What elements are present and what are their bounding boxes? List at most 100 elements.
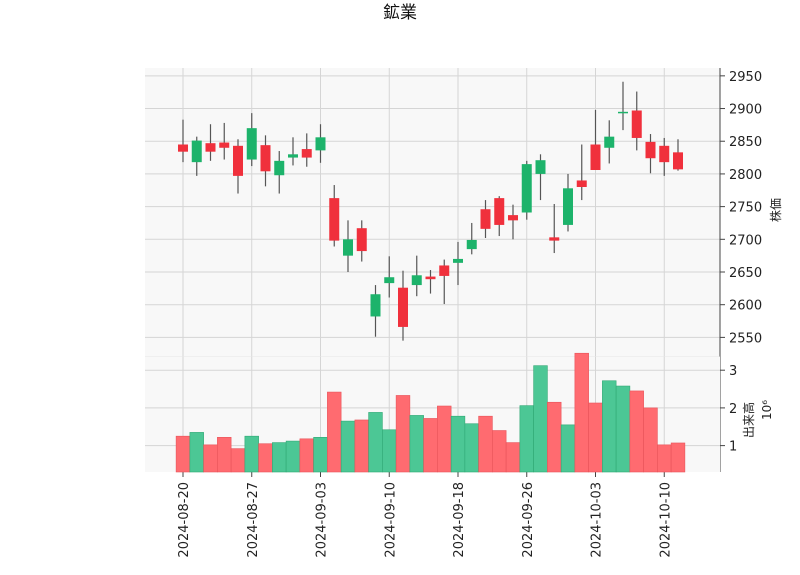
volume-bar xyxy=(217,437,232,473)
candle-body xyxy=(631,110,642,138)
volume-bar xyxy=(340,420,356,473)
candle-body xyxy=(549,237,560,241)
candle-body xyxy=(535,160,546,174)
chart-title: 鉱業 xyxy=(383,3,417,23)
price-axis-label: 株価 xyxy=(768,198,783,222)
x-tick-label: 2024-09-10 xyxy=(383,482,398,558)
volume-bar xyxy=(230,448,246,473)
volume-bar xyxy=(602,380,617,473)
candlestick-chart: 鉱業 255026002650270027502800285029002950 … xyxy=(145,3,783,558)
volume-bar xyxy=(327,391,342,473)
candle-body xyxy=(191,140,202,163)
candle-body xyxy=(178,144,188,152)
candle-body xyxy=(288,154,298,158)
volume-panel: 1 2 3 2024-08-20 2024-08-27 2024-09-03 2024-09… xyxy=(145,352,737,558)
volume-bar xyxy=(670,442,686,473)
volume-bar xyxy=(560,424,576,473)
candle-body xyxy=(315,137,326,151)
candle-body xyxy=(356,228,367,252)
volume-bar xyxy=(657,444,672,473)
candle-body xyxy=(673,152,683,170)
volume-bar xyxy=(423,418,438,473)
price-tick-label: 2600 xyxy=(729,299,762,314)
price-tick-label: 2750 xyxy=(729,201,762,216)
volume-bar xyxy=(615,385,631,473)
volume-bar xyxy=(395,395,411,473)
volume-bar xyxy=(478,415,493,473)
candle-body xyxy=(453,258,463,263)
price-tick-label: 2950 xyxy=(729,70,762,85)
candle-body xyxy=(645,141,656,159)
price-tick-label: 2850 xyxy=(729,135,762,150)
volume-bar xyxy=(547,401,562,473)
price-tick-label: 2650 xyxy=(729,266,762,281)
volume-bar xyxy=(492,430,507,473)
candle-body xyxy=(329,198,340,241)
candle-body xyxy=(411,275,422,286)
candle-body xyxy=(219,142,230,148)
volume-bar xyxy=(285,440,301,473)
candle-body xyxy=(576,180,587,187)
candle-body xyxy=(604,136,615,148)
x-tick-label: 2024-09-03 xyxy=(315,482,330,558)
volume-bar xyxy=(574,352,589,473)
candle-body xyxy=(425,276,436,280)
volume-bar xyxy=(299,438,314,473)
volume-bar xyxy=(244,435,259,473)
x-tick-label: 2024-08-27 xyxy=(246,482,261,558)
candle-body xyxy=(398,287,408,327)
candle-body xyxy=(384,277,395,284)
volume-bar xyxy=(203,444,218,473)
price-tick-label: 2700 xyxy=(729,233,762,248)
candle-body xyxy=(246,128,257,160)
x-tick-label: 2024-08-20 xyxy=(177,482,192,558)
volume-tick-label: 2 xyxy=(729,402,737,417)
candle-body xyxy=(466,239,477,250)
volume-bar xyxy=(313,437,328,473)
candle-body xyxy=(494,198,505,225)
x-tick-label: 2024-09-26 xyxy=(521,482,536,558)
price-tick-label: 2550 xyxy=(729,331,762,346)
volume-bar xyxy=(409,415,424,473)
candle-body xyxy=(343,239,353,256)
volume-bar xyxy=(588,402,603,473)
volume-bar xyxy=(354,419,369,473)
volume-bar xyxy=(437,405,452,473)
candle-body xyxy=(508,215,518,221)
candle-body xyxy=(205,143,216,152)
volume-bar xyxy=(533,365,548,473)
candle-body xyxy=(521,164,532,213)
volume-bar xyxy=(368,412,383,473)
volume-axis-label: 出来高 xyxy=(741,402,756,438)
volume-bar xyxy=(272,442,287,473)
volume-bar xyxy=(450,415,466,473)
volume-bar xyxy=(519,405,534,473)
candle-body xyxy=(233,145,243,176)
volume-bar xyxy=(189,432,204,473)
volume-tick-label: 3 xyxy=(729,364,737,379)
candle-body xyxy=(659,145,670,163)
x-tick-label: 2024-10-10 xyxy=(658,482,673,558)
candle-body xyxy=(260,145,271,172)
volume-bar xyxy=(258,443,273,473)
price-tick-label: 2900 xyxy=(729,103,762,118)
candle-body xyxy=(590,144,601,170)
volume-bar xyxy=(629,390,644,473)
volume-tick-label: 1 xyxy=(729,440,737,455)
candle-body xyxy=(618,111,628,114)
candle-body xyxy=(439,265,450,276)
volume-bar xyxy=(643,407,658,473)
volume-bar xyxy=(175,435,191,473)
candle-body xyxy=(480,209,491,229)
volume-bar xyxy=(382,429,397,473)
candle-body xyxy=(274,160,285,176)
candle-body xyxy=(301,149,312,158)
x-tick-label: 2024-10-03 xyxy=(590,482,605,558)
x-tick-label: 2024-09-18 xyxy=(452,482,467,558)
volume-axis-exponent: 10⁶ xyxy=(760,400,774,420)
price-tick-label: 2800 xyxy=(729,168,762,183)
candle-body xyxy=(563,188,573,225)
volume-bar xyxy=(464,423,479,473)
volume-bar xyxy=(505,442,521,473)
candle-body xyxy=(370,294,381,317)
